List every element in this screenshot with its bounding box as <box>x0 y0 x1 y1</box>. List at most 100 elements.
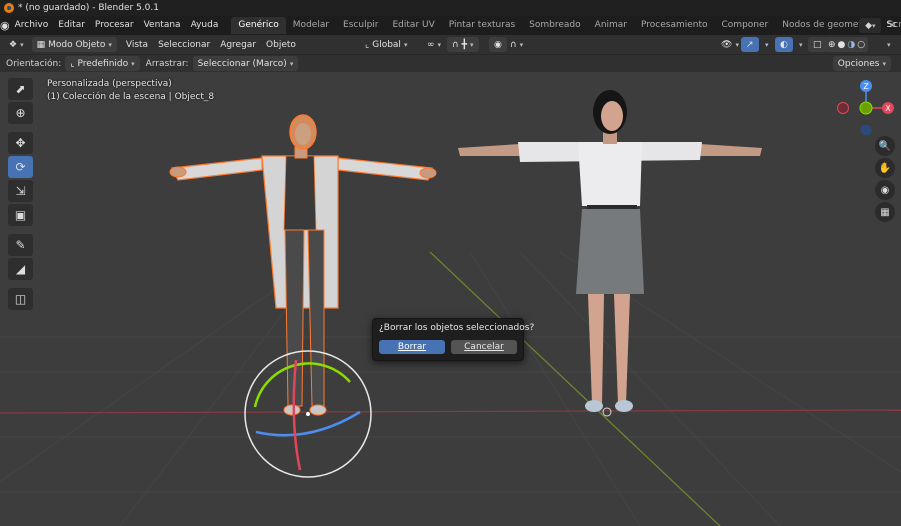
tool-settings-bar: Orientación: ⌞ Predefinido ▾ Arrastrar: … <box>0 54 901 72</box>
gizmo-icon: ↗ <box>746 39 754 50</box>
gizmo-toggle-button[interactable]: ↗ <box>741 37 759 52</box>
wireframe-shading-icon[interactable]: ⊕ <box>828 40 836 50</box>
overlays-toggle-button[interactable]: ◐ <box>775 37 793 52</box>
menu-editar[interactable]: Editar <box>53 16 90 35</box>
gizmo-y-axis[interactable] <box>859 101 873 115</box>
cursor-icon: ⬈ <box>15 82 26 96</box>
object-mode-icon: ▦ <box>36 39 46 50</box>
rotate-gizmo[interactable] <box>244 350 372 478</box>
doctor-model[interactable] <box>169 114 437 416</box>
transform-orientation-selector[interactable]: ⌞ Global ▾ <box>360 37 412 52</box>
proportional-edit-icon: ◉ <box>494 39 502 50</box>
header-menu-objeto[interactable]: Objeto <box>261 40 301 50</box>
hand-icon: ✋ <box>878 162 892 174</box>
chevron-down-icon: ▾ <box>131 59 135 68</box>
annotate-tool[interactable]: ✎ <box>8 234 33 256</box>
drag-selector[interactable]: Seleccionar (Marco) ▾ <box>192 56 299 71</box>
viewport-header: ❖ ▾ ▦ Modo Objeto ▾ Vista Seleccionar Agr… <box>0 35 901 54</box>
tab-generico[interactable]: Genérico <box>231 17 286 34</box>
rotate-icon: ⟳ <box>15 160 26 174</box>
orientation-label: Orientación: <box>6 58 62 69</box>
3d-viewport[interactable]: Personalizada (perspectiva) (1) Colecció… <box>0 72 901 526</box>
shading-mode-group: ⊕ ● ◑ ○ <box>825 37 869 52</box>
solid-shading-icon[interactable]: ● <box>838 40 846 50</box>
xray-toggle-button[interactable]: □ <box>808 37 827 52</box>
transform-icon: ▣ <box>14 208 27 222</box>
snapping-button[interactable]: ∩ ╋ ▾ <box>447 37 479 52</box>
visibility-button[interactable]: 👁 ▾ <box>716 37 744 52</box>
editor-type-button[interactable]: ❖ ▾ <box>4 37 29 52</box>
collection-info: (1) Colección de la escena | Object_8 <box>47 92 215 102</box>
pivot-point-button[interactable]: ∞ ▾ <box>422 37 446 52</box>
orientation-axes-icon: ⌞ <box>365 39 370 50</box>
title-bar: * (no guardado) - Blender 5.0.1 <box>0 0 901 16</box>
camera-view-button[interactable]: ◉ <box>875 180 895 200</box>
pan-button[interactable]: ✋ <box>875 158 895 178</box>
falloff-button[interactable]: ∩ ▾ <box>505 37 528 52</box>
snap-increment-icon: ╋ <box>461 39 468 50</box>
measure-tool[interactable]: ◢ <box>8 258 33 280</box>
eye-icon: 👁 <box>721 39 733 50</box>
shading-options-button[interactable]: ▾ <box>882 37 896 52</box>
add-cube-tool[interactable]: ◫ <box>8 288 33 310</box>
chevron-down-icon: ▾ <box>882 59 886 68</box>
gizmo-neg-x-axis[interactable] <box>837 102 849 114</box>
scene-icon[interactable]: ◆ ▾ <box>859 18 882 33</box>
tab-animar[interactable]: Animar <box>588 17 634 34</box>
tab-sombreado[interactable]: Sombreado <box>522 17 587 34</box>
orientation-selector[interactable]: ⌞ Predefinido ▾ <box>65 56 140 71</box>
tab-pintar-texturas[interactable]: Pintar texturas <box>442 17 522 34</box>
tab-editar-uv[interactable]: Editar UV <box>386 17 442 34</box>
dialog-question: ¿Borrar los objetos seleccionados? <box>379 323 535 333</box>
mode-selector[interactable]: ▦ Modo Objeto ▾ <box>31 37 117 52</box>
cursor-tool[interactable]: ⊕ <box>8 102 33 124</box>
navigation-gizmo[interactable]: Z X <box>836 78 898 140</box>
options-button[interactable]: Opciones ▾ <box>832 56 891 71</box>
orientation-value: Predefinido <box>77 58 129 69</box>
perspective-toggle-button[interactable]: ▦ <box>875 202 895 222</box>
transform-tool[interactable]: ▣ <box>8 204 33 226</box>
header-menu-agregar[interactable]: Agregar <box>215 40 261 50</box>
menu-ayuda[interactable]: Ayuda <box>186 16 224 35</box>
gizmo-x-label: X <box>885 104 891 113</box>
floor-grid <box>0 251 901 526</box>
tab-componer[interactable]: Componer <box>715 17 776 34</box>
gizmo-neg-z-axis[interactable] <box>860 124 872 136</box>
scale-tool[interactable]: ⇲ <box>8 180 33 202</box>
tab-procesamiento[interactable]: Procesamiento <box>634 17 715 34</box>
header-menu-vista[interactable]: Vista <box>121 40 153 50</box>
menu-ventana[interactable]: Ventana <box>139 16 186 35</box>
menu-procesar[interactable]: Procesar <box>90 16 139 35</box>
zoom-button[interactable]: 🔍 <box>875 136 895 156</box>
move-icon: ✥ <box>15 136 26 150</box>
cancel-button[interactable]: Cancelar <box>451 340 517 354</box>
mode-label: Modo Objeto <box>48 39 106 50</box>
editor-type-icon: ❖ <box>9 39 18 50</box>
businesswoman-model[interactable] <box>458 90 762 417</box>
tab-modelar[interactable]: Modelar <box>286 17 336 34</box>
chevron-down-icon: ▾ <box>799 40 803 49</box>
drag-label: Arrastrar: <box>145 58 189 69</box>
chevron-down-icon: ▾ <box>289 59 294 68</box>
scale-icon: ⇲ <box>15 184 26 198</box>
menu-archivo[interactable]: Archivo <box>10 16 54 35</box>
material-preview-shading-icon[interactable]: ◑ <box>847 40 855 50</box>
tab-esculpir[interactable]: Esculpir <box>336 17 385 34</box>
move-tool[interactable]: ✥ <box>8 132 33 154</box>
select-box-tool[interactable]: ⬈ <box>8 78 33 100</box>
blender-menu-icon[interactable]: ◉ <box>0 19 10 32</box>
scene-name[interactable]: Sc <box>884 16 899 35</box>
x-axis-line <box>0 409 901 414</box>
add-cube-icon: ◫ <box>14 292 27 306</box>
overlays-options-button[interactable]: ▾ <box>794 37 808 52</box>
view-name: Personalizada (perspectiva) <box>47 79 172 89</box>
header-menu-seleccionar[interactable]: Seleccionar <box>153 40 215 50</box>
orientation-axes-icon: ⌞ <box>70 58 75 69</box>
options-label: Opciones <box>837 58 880 69</box>
gizmo-options-button[interactable]: ▾ <box>760 37 774 52</box>
rotate-tool[interactable]: ⟳ <box>8 156 33 178</box>
rendered-shading-icon[interactable]: ○ <box>857 40 865 50</box>
transform-orientation-label: Global <box>372 39 401 50</box>
confirm-delete-button[interactable]: Borrar <box>379 340 445 354</box>
chevron-down-icon: ▾ <box>735 40 739 49</box>
